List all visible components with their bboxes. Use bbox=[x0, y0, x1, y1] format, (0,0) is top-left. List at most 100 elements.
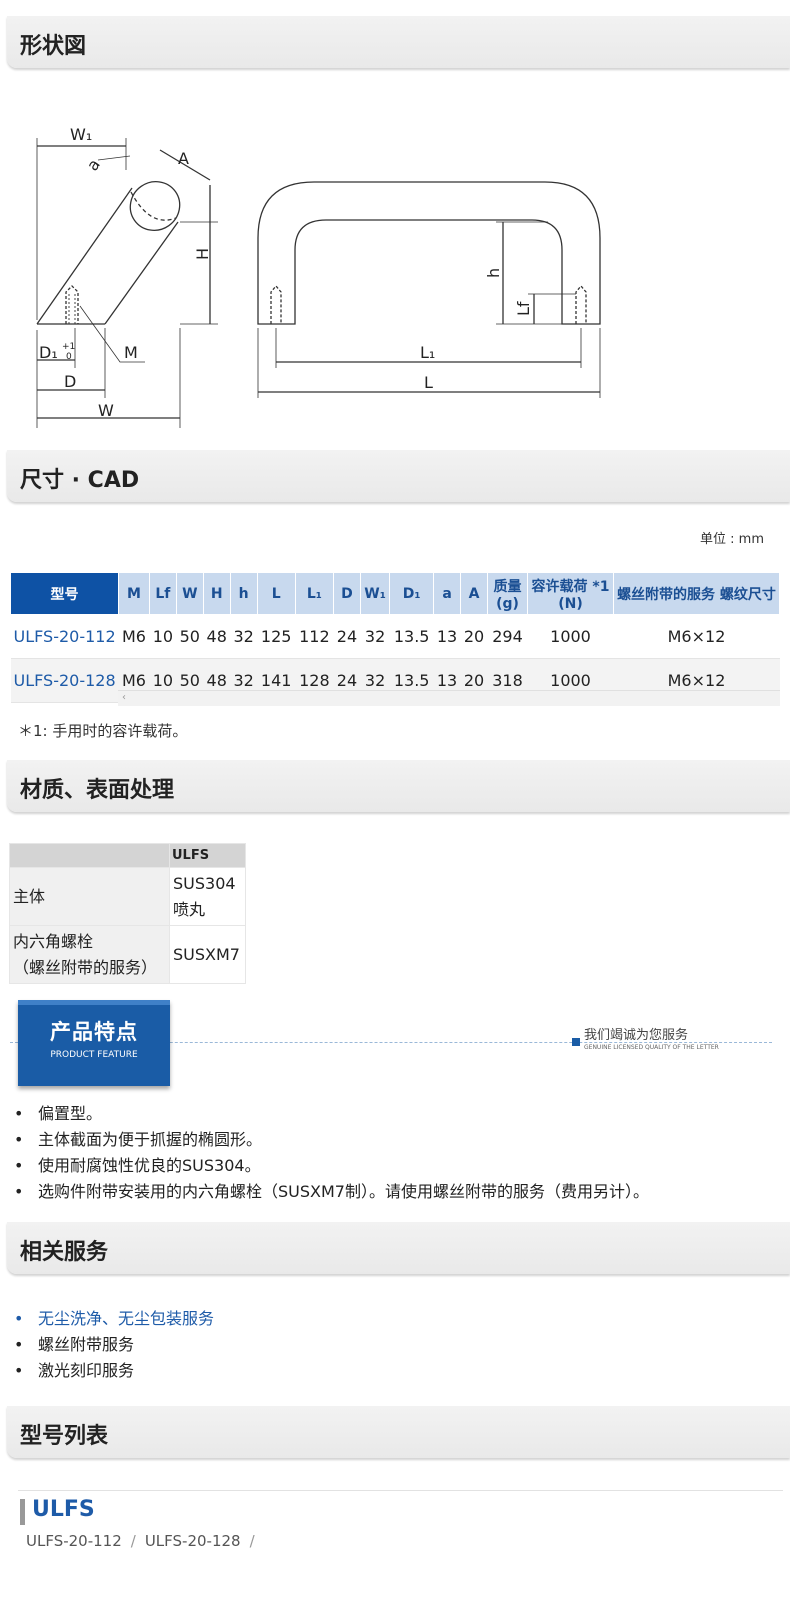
table-cell: M6 bbox=[118, 614, 150, 659]
spec-table: 型号 M Lf W H h L L₁ D W₁ D₁ a A 质量 (g) 容许… bbox=[10, 572, 780, 703]
unit-label: 单位 : mm bbox=[700, 532, 764, 547]
col-header: a bbox=[433, 572, 461, 615]
title-accent-bar bbox=[20, 1499, 25, 1525]
slogan-subline: GENUINE LICENSED QUALITY OF THE LETTER bbox=[584, 1044, 719, 1051]
table-cell: 48 bbox=[203, 614, 231, 659]
material-value-line: 喷丸 bbox=[173, 899, 206, 919]
list-item: 偏置型。 bbox=[14, 1101, 649, 1127]
dim-label-H: H bbox=[193, 248, 212, 260]
badge-accent bbox=[18, 1000, 170, 1005]
material-label-line: （螺丝附带的服务） bbox=[13, 957, 158, 977]
dim-label-A: A bbox=[178, 149, 189, 168]
section-title: 相关服务 bbox=[20, 1240, 109, 1265]
spec-table-header-row: 型号 M Lf W H h L L₁ D W₁ D₁ a A 质量 (g) 容许… bbox=[10, 572, 780, 615]
badge-subtitle: PRODUCT FEATURE bbox=[50, 1050, 138, 1060]
dim-label-a: a bbox=[83, 155, 104, 174]
dim-tolerance-upper: +1 bbox=[62, 342, 75, 352]
list-item: 螺丝附带服务 bbox=[14, 1332, 214, 1358]
section-title: 型号列表 bbox=[20, 1424, 109, 1449]
col-header: L bbox=[256, 572, 296, 615]
material-row: 内六角螺栓 （螺丝附带的服务） SUSXM7 bbox=[9, 925, 246, 984]
square-icon bbox=[572, 1038, 580, 1046]
dim-label-Lf: Lf bbox=[514, 301, 533, 316]
col-header: D₁ bbox=[389, 572, 435, 615]
col-header: 质量 (g) bbox=[487, 572, 528, 615]
col-header: D bbox=[332, 572, 361, 615]
table-cell: 10 bbox=[149, 614, 177, 659]
badge-title: 产品特点 bbox=[50, 1020, 138, 1044]
table-cell: 32 bbox=[360, 614, 390, 659]
model-list-title: ULFS bbox=[32, 1497, 95, 1522]
section-header-models: 型号列表 bbox=[7, 1406, 790, 1458]
table-cell: M6×12 bbox=[613, 614, 780, 659]
col-header: h bbox=[229, 572, 258, 615]
table-row: ULFS-20-112 M6 10 50 48 32 125 112 24 32… bbox=[10, 614, 780, 659]
shape-drawing: W₁ a A H D₁ +1 0 M D W h Lf L₁ L bbox=[0, 110, 650, 440]
col-header: M bbox=[118, 572, 150, 615]
col-header: W bbox=[175, 572, 204, 615]
product-feature-badge: 产品特点 PRODUCT FEATURE bbox=[18, 1000, 170, 1086]
model-link[interactable]: ULFS-20-128 bbox=[145, 1532, 241, 1550]
list-item: 主体截面为便于抓握的椭圆形。 bbox=[14, 1127, 649, 1153]
material-label-line: 内六角螺栓 bbox=[13, 931, 94, 951]
table-cell: 125 bbox=[257, 614, 296, 659]
material-row: 主体 SUS304 喷丸 bbox=[9, 867, 246, 926]
section-title: 尺寸 · CAD bbox=[20, 468, 140, 493]
col-header: 螺丝附带的服务 螺纹尺寸 bbox=[613, 572, 780, 615]
separator: / bbox=[249, 1532, 255, 1550]
table-cell: 112 bbox=[295, 614, 334, 659]
col-header: 型号 bbox=[10, 572, 119, 615]
dim-label-h: h bbox=[484, 268, 503, 278]
section-header-related: 相关服务 bbox=[7, 1222, 790, 1274]
dim-label-W1: W₁ bbox=[70, 125, 92, 144]
slogan-line: 我们竭诚为您服务 bbox=[584, 1028, 689, 1043]
feature-list: 偏置型。 主体截面为便于抓握的椭圆形。 使用耐腐蚀性优良的SUS304。 选购件… bbox=[14, 1101, 649, 1205]
horizontal-scrollbar[interactable]: ‹ bbox=[118, 690, 780, 706]
table-cell: 32 bbox=[230, 614, 258, 659]
material-header-ulfs: ULFS bbox=[169, 843, 246, 868]
table-cell: 294 bbox=[487, 614, 528, 659]
table-cell: 20 bbox=[460, 614, 488, 659]
material-label: 内六角螺栓 （螺丝附带的服务） bbox=[9, 925, 170, 984]
footnote: ＊1: 手用时的容许载荷。 bbox=[18, 722, 188, 740]
section-header-material: 材质、表面处理 bbox=[7, 760, 790, 812]
table-cell: 13 bbox=[433, 614, 461, 659]
dim-label-W: W bbox=[98, 401, 114, 420]
table-cell: 1000 bbox=[527, 614, 614, 659]
material-value-line: SUS304 bbox=[173, 873, 236, 893]
table-cell: 50 bbox=[176, 614, 204, 659]
separator: / bbox=[130, 1532, 136, 1550]
col-header: A bbox=[460, 572, 488, 615]
section-title: 形状図 bbox=[20, 34, 87, 59]
col-header: W₁ bbox=[359, 572, 391, 615]
material-table: ULFS 主体 SUS304 喷丸 内六角螺栓 （螺丝附带的服务） SUSXM7 bbox=[9, 843, 246, 984]
model-link[interactable]: ULFS-20-112 bbox=[10, 614, 119, 659]
material-label: 主体 bbox=[9, 867, 170, 926]
material-header-blank bbox=[9, 843, 170, 868]
list-item: 使用耐腐蚀性优良的SUS304。 bbox=[14, 1153, 649, 1179]
section-title: 材质、表面处理 bbox=[20, 778, 175, 803]
section-header-shape: 形状図 bbox=[7, 16, 790, 68]
scroll-left-icon[interactable]: ‹ bbox=[122, 692, 126, 703]
list-item: 激光刻印服务 bbox=[14, 1358, 214, 1384]
table-cell: 24 bbox=[333, 614, 361, 659]
dim-label-D1: D₁ bbox=[39, 343, 58, 362]
material-header-row: ULFS bbox=[9, 843, 246, 868]
col-header: H bbox=[202, 572, 231, 615]
col-header: 容许载荷 *1 (N) bbox=[527, 572, 614, 615]
list-item: 选购件附带安装用的内六角螺栓（SUSXM7制）。请使用螺丝附带的服务（费用另计）… bbox=[14, 1179, 649, 1205]
dim-label-L1: L₁ bbox=[420, 343, 435, 362]
col-header: L₁ bbox=[294, 572, 334, 615]
dim-label-L: L bbox=[424, 373, 433, 392]
service-link-clean[interactable]: 无尘洗净、无尘包装服务 bbox=[14, 1306, 214, 1332]
model-list: ULFS ULFS-20-112 / ULFS-20-128 / bbox=[18, 1490, 783, 1560]
model-link[interactable]: ULFS-20-128 bbox=[10, 658, 119, 703]
material-value: SUS304 喷丸 bbox=[169, 867, 246, 926]
table-cell: 13.5 bbox=[389, 614, 434, 659]
dim-label-D: D bbox=[64, 372, 76, 391]
model-link[interactable]: ULFS-20-112 bbox=[26, 1532, 122, 1550]
dim-tolerance-lower: 0 bbox=[66, 352, 72, 362]
col-header: Lf bbox=[148, 572, 177, 615]
model-list-items: ULFS-20-112 / ULFS-20-128 / bbox=[26, 1532, 264, 1550]
dim-label-M: M bbox=[124, 343, 138, 362]
